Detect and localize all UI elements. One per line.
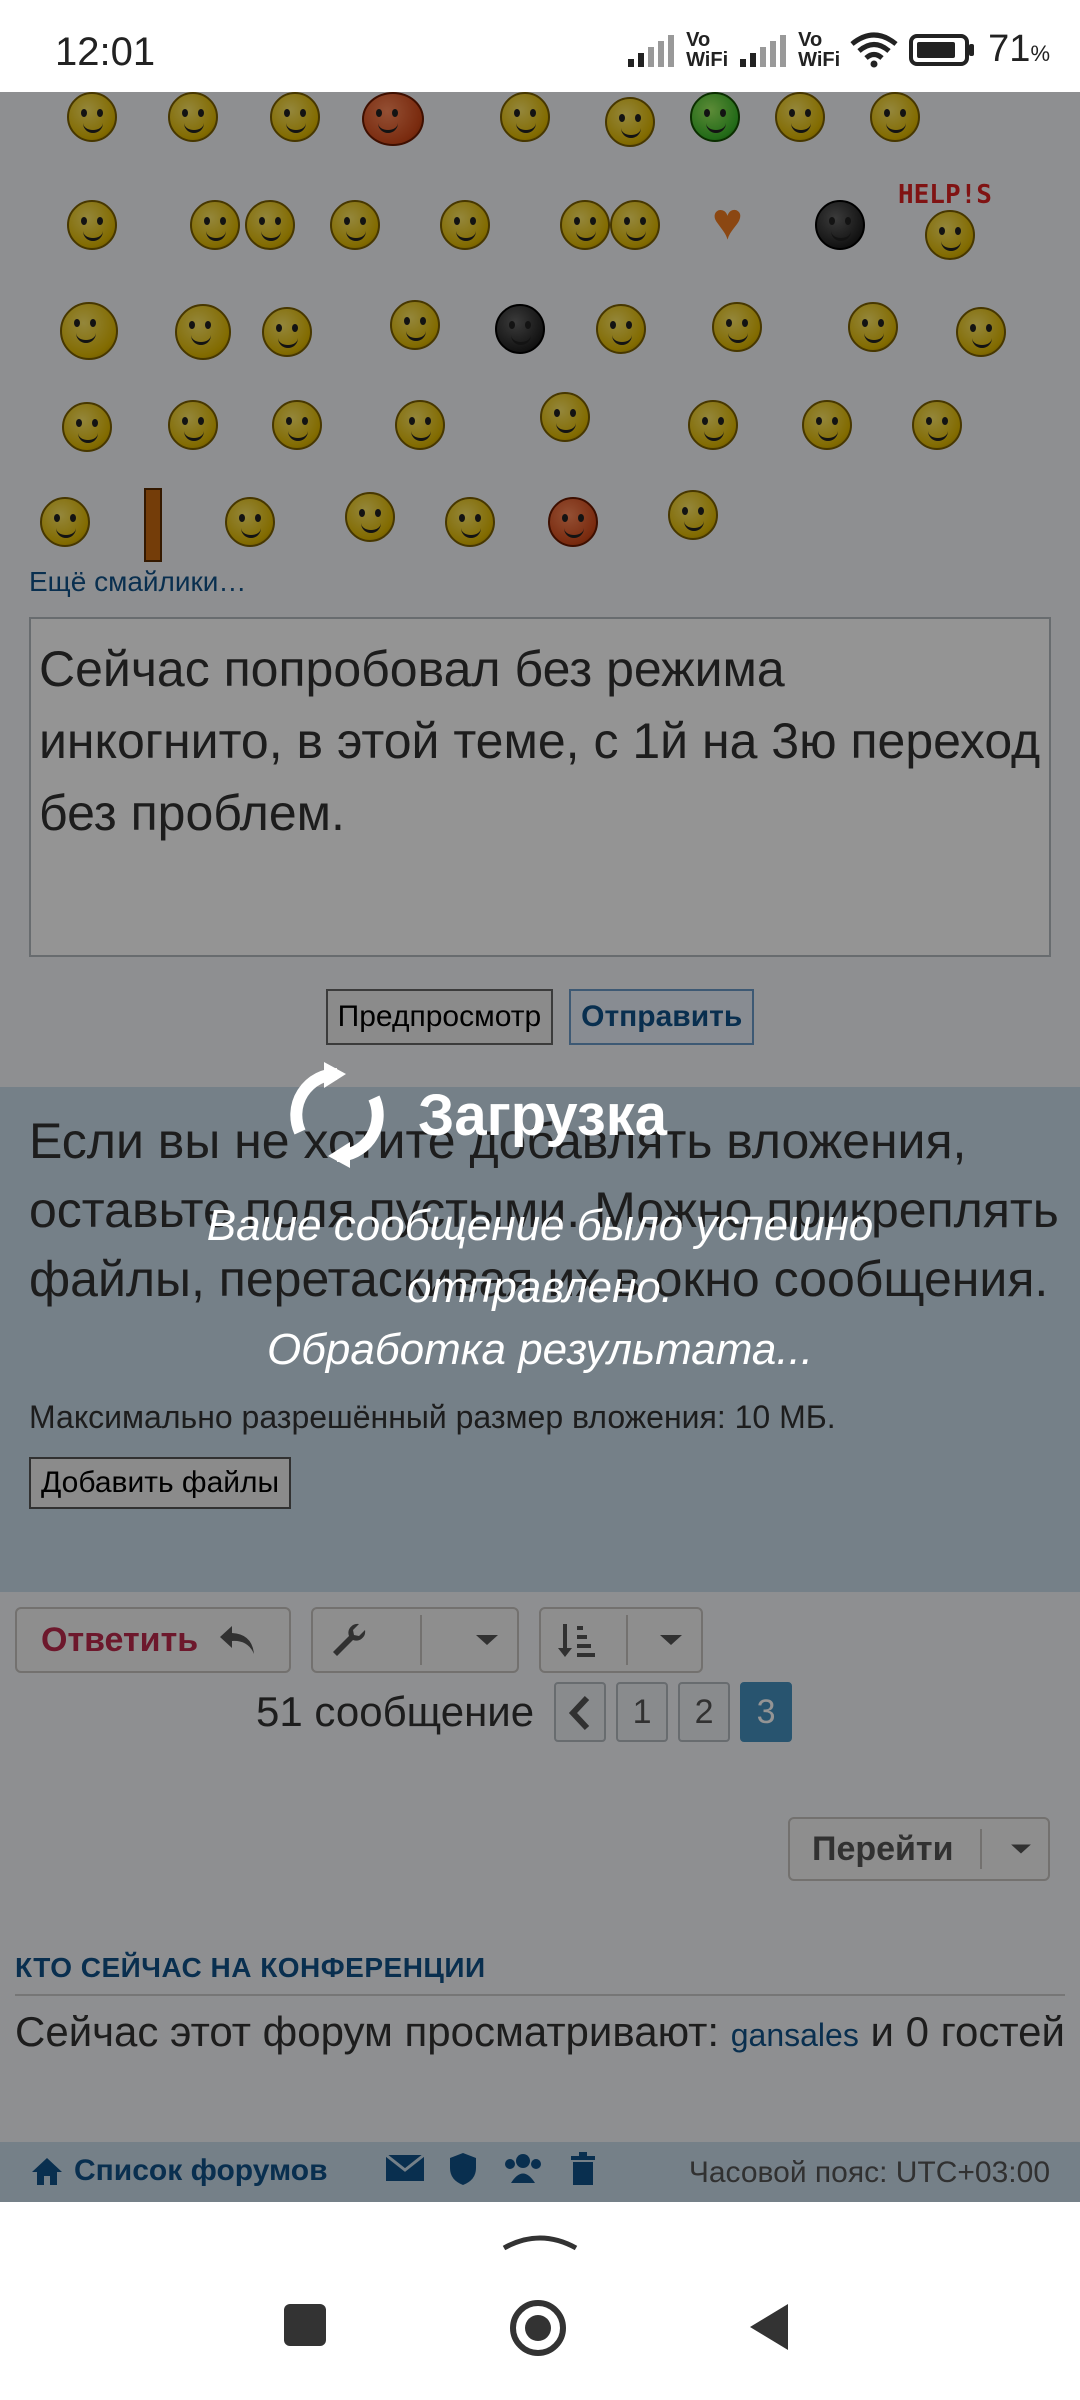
- battery-percent: 71%: [988, 28, 1050, 70]
- status-bar: 12:01 Vo WiFi Vo WiFi 71%: [0, 0, 1080, 92]
- expand-handle-icon[interactable]: [500, 2228, 580, 2252]
- loading-message-line1: Ваше сообщение было успешно отправлено.: [206, 1201, 874, 1312]
- clock: 12:01: [55, 30, 156, 74]
- signal-icon: [740, 34, 787, 67]
- back-button[interactable]: [748, 2302, 790, 2352]
- signal-icon: [628, 34, 675, 67]
- refresh-icon: [290, 1062, 384, 1168]
- loading-message-line2: Обработка результата...: [266, 1325, 814, 1374]
- status-icons: Vo WiFi Vo WiFi 71%: [626, 28, 1050, 71]
- loading-title: Загрузка: [418, 1082, 668, 1148]
- battery-icon: [909, 33, 975, 66]
- recent-apps-button[interactable]: [282, 2302, 328, 2348]
- wifi-icon: [850, 32, 898, 67]
- vowifi-label: Vo WiFi: [686, 28, 729, 71]
- system-navigation-bar: [0, 2202, 1080, 2400]
- vowifi-label: Vo WiFi: [798, 28, 841, 71]
- home-button[interactable]: [508, 2298, 568, 2358]
- loading-message: Ваше сообщение было успешно отправлено. …: [0, 1195, 1080, 1381]
- loading-header: Загрузка: [290, 1060, 667, 1170]
